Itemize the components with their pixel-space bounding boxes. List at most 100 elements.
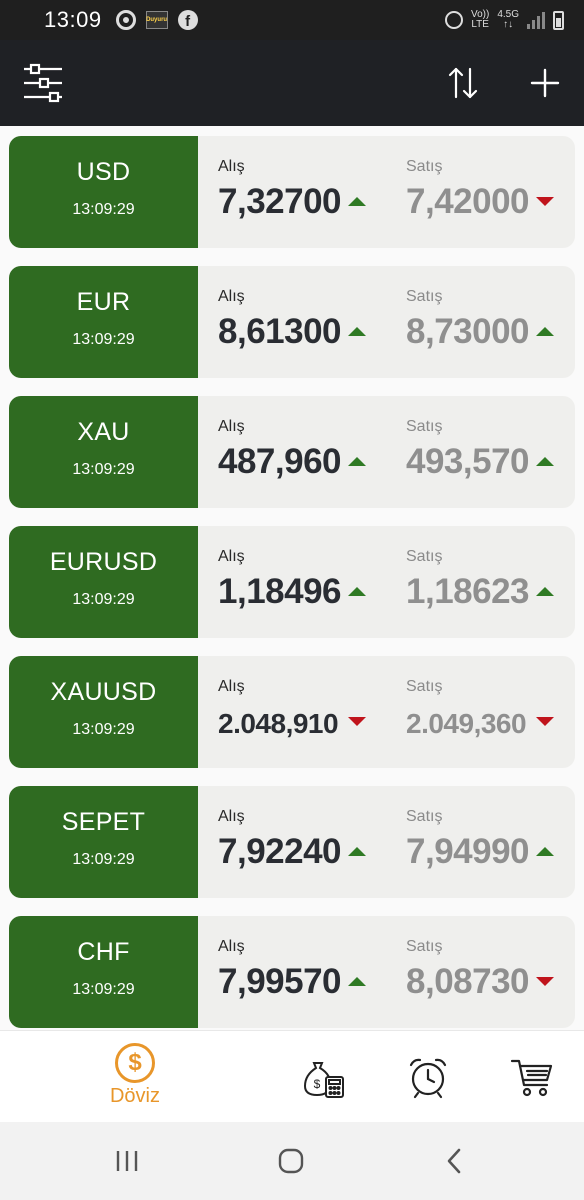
alarm-clock-icon [409,1058,447,1099]
sell-label: Satış [406,418,443,435]
sell-label: Satış [406,158,443,175]
sell-value: 7,94990 [406,832,530,871]
recent-apps-button[interactable] [107,1144,147,1178]
sell-trend-down-icon [536,977,554,986]
price-pane: Alış 1,18496 Satış 1,18623 [198,526,575,638]
tab-doviz[interactable]: $ Döviz [100,1043,170,1108]
update-time: 13:09:29 [72,461,135,478]
update-time: 13:09:29 [72,851,135,868]
sell-value: 1,18623 [406,572,530,611]
buy-trend-down-icon [348,717,366,726]
home-button[interactable] [271,1144,311,1178]
battery-icon [553,10,564,30]
sell-value: 2.049,360 [406,708,527,739]
update-time: 13:09:29 [72,591,135,608]
rate-code-pane: EUR 13:09:29 [9,266,198,378]
update-time: 13:09:29 [72,981,135,998]
sell-trend-down-icon [536,197,554,206]
sell-label: Satış [406,678,443,695]
system-navigation-bar [0,1122,584,1200]
sell-label: Satış [406,808,443,825]
sell-value: 8,08730 [406,962,530,1001]
buy-label: Alış [218,678,245,695]
back-button[interactable] [434,1144,474,1178]
dollar-coin-icon: $ [115,1043,155,1083]
sell-trend-up-icon [536,587,554,596]
price-pane: Alış 8,61300 Satış 8,73000 [198,266,575,378]
currency-code: SEPET [61,808,146,836]
buy-label: Alış [218,938,245,955]
currency-code: XAU [77,418,130,446]
alarm-status-icon [444,11,463,29]
rate-code-pane: USD 13:09:29 [9,136,198,248]
buy-trend-up-icon [348,977,366,986]
buy-trend-up-icon [348,587,366,596]
currency-code: EUR [76,288,131,316]
buy-value: 2.048,910 [218,708,339,739]
facebook-icon: f [177,10,198,30]
home-icon [278,1148,304,1174]
filter-button[interactable] [18,58,68,108]
buy-label: Alış [218,158,245,175]
sell-trend-up-icon [536,847,554,856]
back-icon [447,1148,461,1174]
sell-label: Satış [406,938,443,955]
buy-label: Alış [218,288,245,305]
app-toolbar [0,40,584,126]
rate-list[interactable]: USD 13:09:29 Alış 7,32700 Satış 7,42000 … [0,126,584,1030]
tab-alarm[interactable] [406,1055,450,1099]
volte-indicator: Vo)) LTE [471,10,489,30]
update-time: 13:09:29 [72,331,135,348]
rate-card-sepet[interactable]: SEPET 13:09:29 Alış 7,92240 Satış 7,9499… [9,786,575,898]
buy-label: Alış [218,548,245,565]
buy-value: 7,92240 [218,832,342,871]
sell-value: 8,73000 [406,312,530,351]
rate-card-eur[interactable]: EUR 13:09:29 Alış 8,61300 Satış 8,73000 [9,266,575,378]
plus-icon [530,68,560,98]
rate-card-xau[interactable]: XAU 13:09:29 Alış 487,960 Satış 493,570 [9,396,575,508]
status-time: 13:09 [44,7,102,32]
sell-value: 7,42000 [406,182,530,221]
shopping-cart-icon [510,1059,553,1097]
add-button[interactable] [522,60,568,106]
rate-code-pane: XAU 13:09:29 [9,396,198,508]
lte-text: LTE [471,19,489,30]
sell-trend-down-icon [536,717,554,726]
rate-card-eurusd[interactable]: EURUSD 13:09:29 Alış 1,18496 Satış 1,186… [9,526,575,638]
tab-cart[interactable] [510,1055,554,1099]
price-pane: Alış 7,32700 Satış 7,42000 [198,136,575,248]
buy-value: 487,960 [218,442,342,481]
buy-trend-up-icon [348,197,366,206]
data-arrows-icon: ↑↓ [503,19,514,30]
sliders-icon [24,63,62,103]
buy-label: Alış [218,808,245,825]
rate-code-pane: SEPET 13:09:29 [9,786,198,898]
network-indicator: 4.5G ↑↓ [497,10,519,30]
update-time: 13:09:29 [72,721,135,738]
buy-label: Alış [218,418,245,435]
sort-arrows-icon [448,67,478,99]
buy-trend-up-icon [348,457,366,466]
rate-card-xauusd[interactable]: XAUUSD 13:09:29 Alış 2.048,910 Satış 2.0… [9,656,575,768]
sort-button[interactable] [440,60,486,106]
recent-apps-icon [116,1151,138,1171]
buy-trend-up-icon [348,847,366,856]
rate-code-pane: CHF 13:09:29 [9,916,198,1028]
sell-label: Satış [406,548,443,565]
price-pane: Alış 7,99570 Satış 8,08730 [198,916,575,1028]
signal-icon [527,11,545,29]
buy-trend-up-icon [348,327,366,336]
price-pane: Alış 7,92240 Satış 7,94990 [198,786,575,898]
tab-doviz-label: Döviz [109,1085,160,1107]
tab-money-calculator[interactable]: $ [302,1055,346,1099]
buy-value: 1,18496 [218,572,342,611]
sell-value: 493,570 [406,442,530,481]
app-notification-icon: Duyuru [145,11,168,29]
price-pane: Alış 2.048,910 Satış 2.049,360 [198,656,575,768]
rate-card-chf[interactable]: CHF 13:09:29 Alış 7,99570 Satış 8,08730 [9,916,575,1028]
buy-value: 7,99570 [218,962,342,1001]
money-bag-calculator-icon: $ [303,1062,344,1098]
rate-card-usd[interactable]: USD 13:09:29 Alış 7,32700 Satış 7,42000 [9,136,575,248]
rate-code-pane: EURUSD 13:09:29 [9,526,198,638]
currency-code: XAUUSD [50,678,157,706]
